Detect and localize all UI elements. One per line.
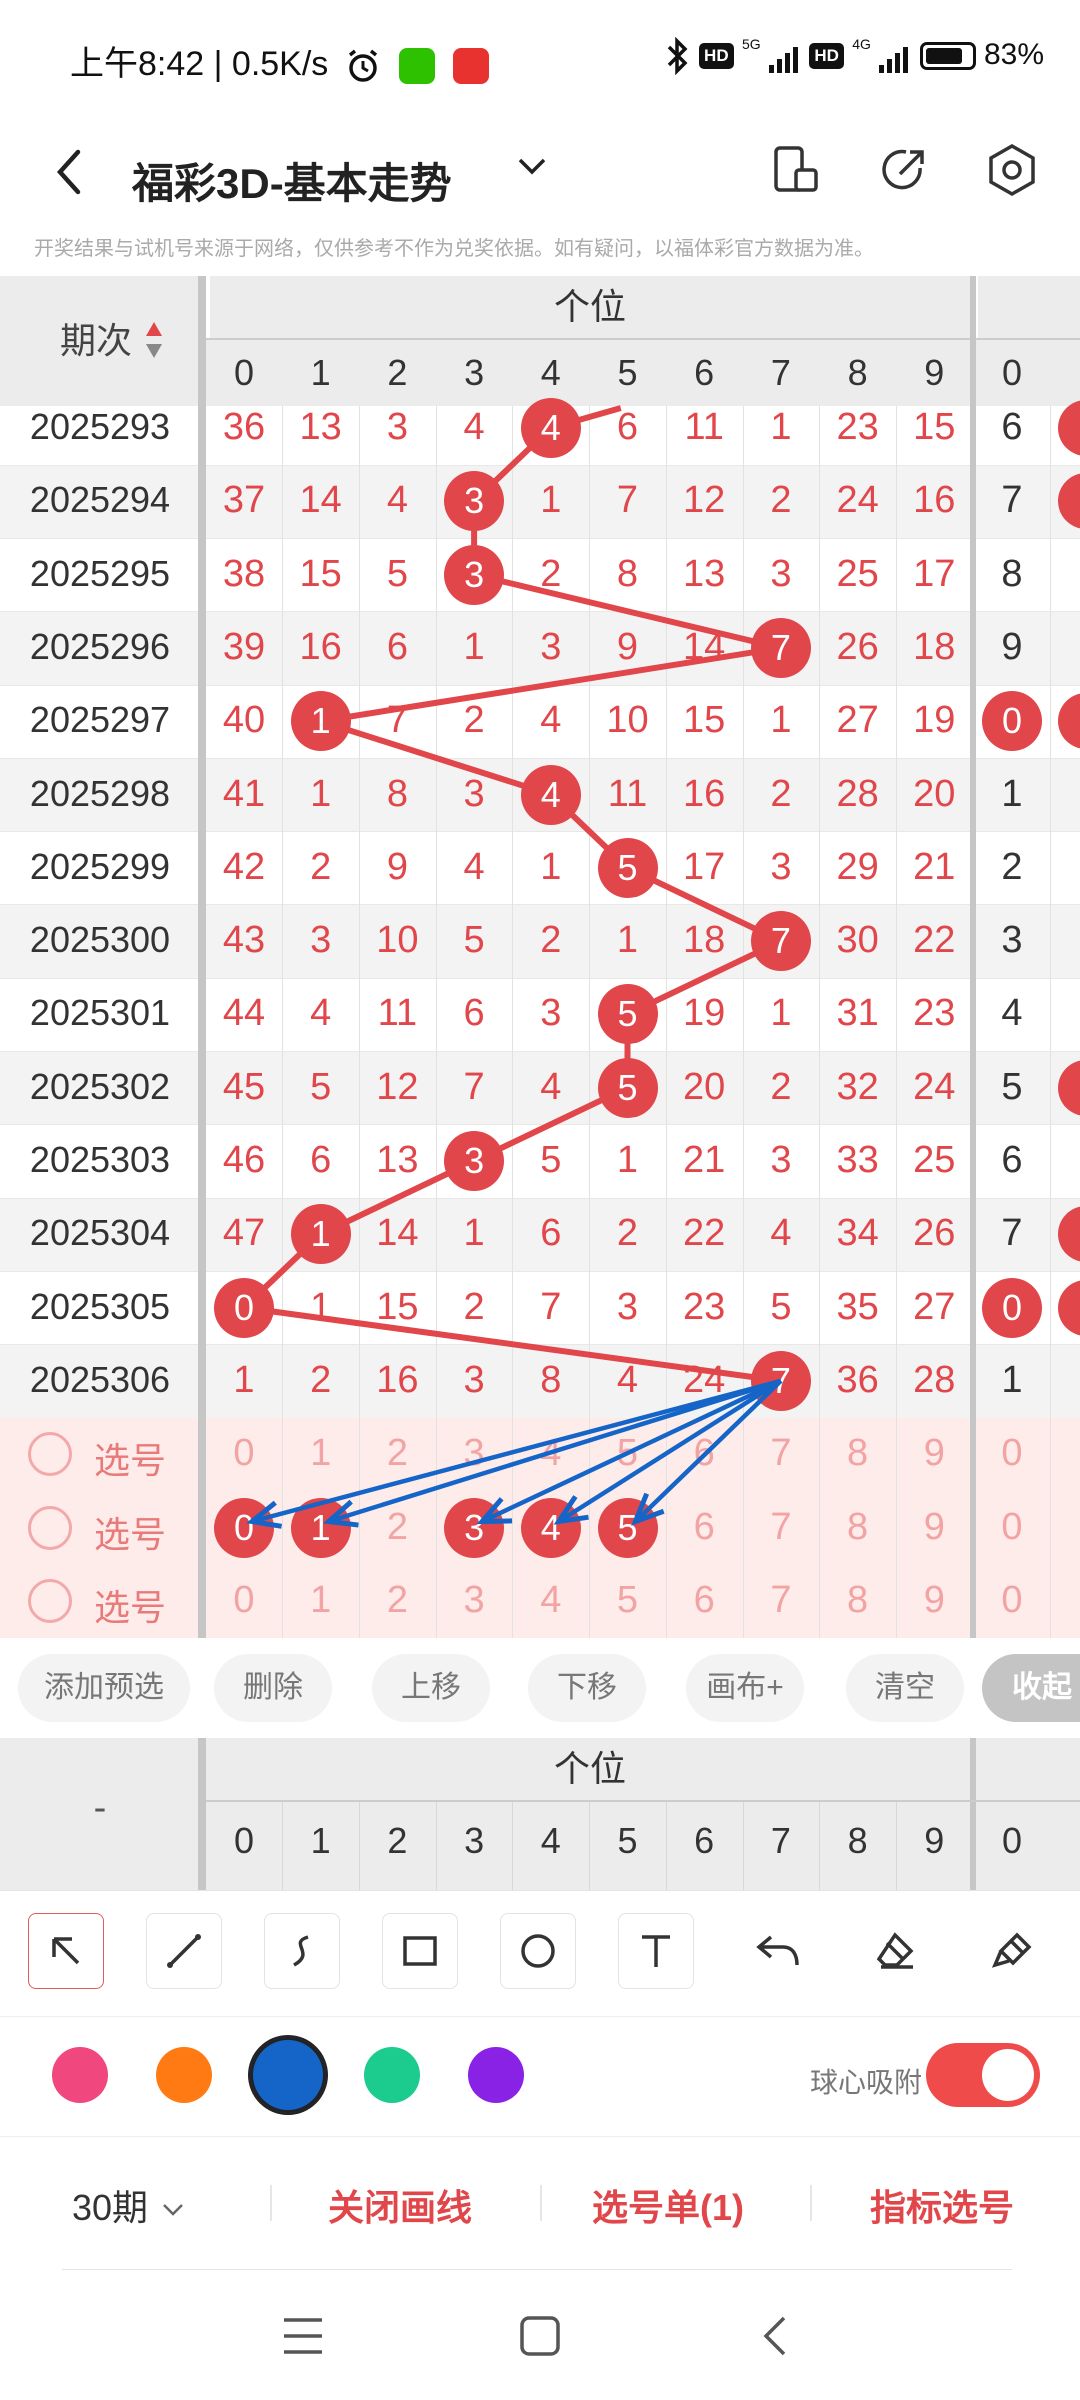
cell-divider <box>895 1802 897 1890</box>
cell-divider <box>665 1802 667 1890</box>
status-time: 上午8:42 <box>70 45 205 83</box>
menu-divider <box>810 2185 812 2221</box>
signal-icon-2 <box>879 39 911 73</box>
lower-digit-8: 8 <box>847 1820 868 1861</box>
color-swatch[interactable] <box>468 2047 524 2103</box>
close-lines-button[interactable]: 关闭画线 <box>328 2179 472 2231</box>
system-nav-bar <box>0 2270 1080 2400</box>
disclaimer-text: 开奖结果与试机号来源于网络，仅供参考不作为兑奖依据。如有疑问，以福体彩官方数据为… <box>34 238 874 260</box>
lower-table-header: - 个位 0 1 2 3 4 5 6 7 8 9 0 <box>0 1738 1080 1890</box>
menu-icon[interactable] <box>282 2316 324 2356</box>
period-count-label: 30期 <box>72 2187 149 2228</box>
indicator-select-button[interactable]: 指标选号 <box>870 2179 1014 2231</box>
drawn-arrows-overlay[interactable] <box>0 276 1080 1638</box>
nav-back-icon[interactable] <box>760 2314 790 2358</box>
circle-icon[interactable] <box>500 1913 576 1989</box>
pointer-icon[interactable] <box>28 1913 104 1989</box>
color-swatch[interactable] <box>364 2047 420 2103</box>
action-button-4[interactable]: 画布+ <box>686 1654 804 1722</box>
action-buttons: 添加预选 删除 上移 下移 画布+ 清空 收起 <box>0 1638 1080 1738</box>
cell-divider <box>742 1802 744 1890</box>
action-button-3[interactable]: 下移 <box>528 1654 646 1722</box>
menu-divider <box>540 2185 542 2221</box>
action-button-5[interactable]: 清空 <box>846 1654 964 1722</box>
title-bar: 福彩3D-基本走势 <box>0 118 1080 238</box>
line-icon[interactable] <box>146 1913 222 1989</box>
curve-icon[interactable] <box>264 1913 340 1989</box>
trend-grid: 期次 个位 01234567890 2025293 36 13 3 4 6 11 1 23 15 6… <box>0 276 1080 1638</box>
cell-divider <box>589 1802 591 1890</box>
signal-icon <box>768 39 801 73</box>
alarm-icon <box>348 49 377 82</box>
status-bar: 上午8:42 | 0.5K/s HD 5G HD 4G 83% <box>0 0 1080 118</box>
rectangle-icon[interactable] <box>382 1913 458 1989</box>
drawn-arrow[interactable] <box>251 1378 782 1524</box>
action-button-0[interactable]: 添加预选 <box>18 1654 190 1722</box>
drawn-arrow[interactable] <box>328 1378 782 1524</box>
snap-toggle[interactable] <box>926 2043 1040 2107</box>
news-app-icon <box>452 48 489 85</box>
lower-digit-2: 2 <box>387 1820 408 1861</box>
wechat-icon <box>399 48 436 85</box>
lower-digit-6: 6 <box>694 1820 715 1861</box>
clear-brush-icon[interactable] <box>976 1913 1052 1989</box>
cell-divider <box>512 1802 514 1890</box>
color-row: 球心吸附 <box>0 2016 1080 2137</box>
battery-icon <box>919 42 976 70</box>
back-arrow-icon[interactable] <box>44 142 94 202</box>
network-type-2: 4G <box>852 36 871 52</box>
color-swatch[interactable] <box>250 2037 326 2113</box>
lower-digit-4: 4 <box>540 1820 561 1861</box>
undo-icon[interactable] <box>740 1913 816 1989</box>
network-type: 5G <box>741 36 761 52</box>
status-left: 上午8:42 | 0.5K/s <box>70 36 489 85</box>
lower-group-header: 个位 <box>553 1748 626 1789</box>
lower-digit-7: 7 <box>770 1820 791 1861</box>
battery-text: 83% <box>983 37 1044 71</box>
text-icon[interactable] <box>618 1913 694 1989</box>
hd-badge: HD <box>699 43 734 69</box>
status-right: HD 5G HD 4G 83% <box>665 36 1044 76</box>
drawn-arrow[interactable] <box>557 1378 783 1524</box>
home-icon[interactable] <box>518 2314 562 2358</box>
lower-digit-3: 3 <box>464 1820 485 1861</box>
snap-label: 球心吸附 <box>809 2067 922 2098</box>
device-layout-icon[interactable] <box>766 140 826 200</box>
lower-header-rule <box>206 1800 1080 1802</box>
period-count-select[interactable]: 30期 <box>72 2179 188 2231</box>
lower-divider-2 <box>970 1738 976 1890</box>
lower-digit-9: 9 <box>924 1820 945 1861</box>
drawing-toolbar <box>0 1890 1080 2017</box>
chevron-down-icon[interactable] <box>512 138 552 198</box>
color-swatch[interactable] <box>52 2047 108 2103</box>
drawn-arrow[interactable] <box>481 1378 782 1524</box>
action-button-1[interactable]: 删除 <box>214 1654 332 1722</box>
selection-list-button[interactable]: 选号单(1) <box>592 2179 744 2231</box>
color-swatch[interactable] <box>156 2047 212 2103</box>
bottom-menu: 30期 关闭画线 选号单(1) 指标选号 <box>0 2136 1080 2271</box>
cell-divider <box>435 1802 437 1890</box>
action-button-6[interactable]: 收起 <box>982 1654 1080 1722</box>
arrow-head <box>553 1495 589 1525</box>
lower-period-header: - <box>93 1787 107 1829</box>
menu-divider <box>270 2185 272 2221</box>
cell-divider <box>359 1802 361 1890</box>
lower-digit-next: 0 <box>1001 1820 1023 1861</box>
bluetooth-icon <box>667 36 688 76</box>
page-title[interactable]: 福彩3D-基本走势 <box>132 150 452 211</box>
settings-icon[interactable] <box>982 140 1042 200</box>
share-icon[interactable] <box>874 140 934 200</box>
lower-divider <box>198 1738 206 1890</box>
network-speed: 0.5K/s <box>231 45 329 83</box>
eraser-icon[interactable] <box>858 1913 934 1989</box>
lower-digit-0: 0 <box>233 1820 255 1861</box>
chevron-down-icon <box>163 2204 183 2217</box>
hd-badge-2: HD <box>809 43 844 69</box>
cell-divider <box>819 1802 821 1890</box>
cell-divider <box>282 1802 284 1890</box>
action-button-2[interactable]: 上移 <box>372 1654 490 1722</box>
lower-digit-5: 5 <box>617 1820 638 1861</box>
lower-digit-1: 1 <box>310 1820 331 1861</box>
toggle-knob <box>982 2049 1034 2101</box>
